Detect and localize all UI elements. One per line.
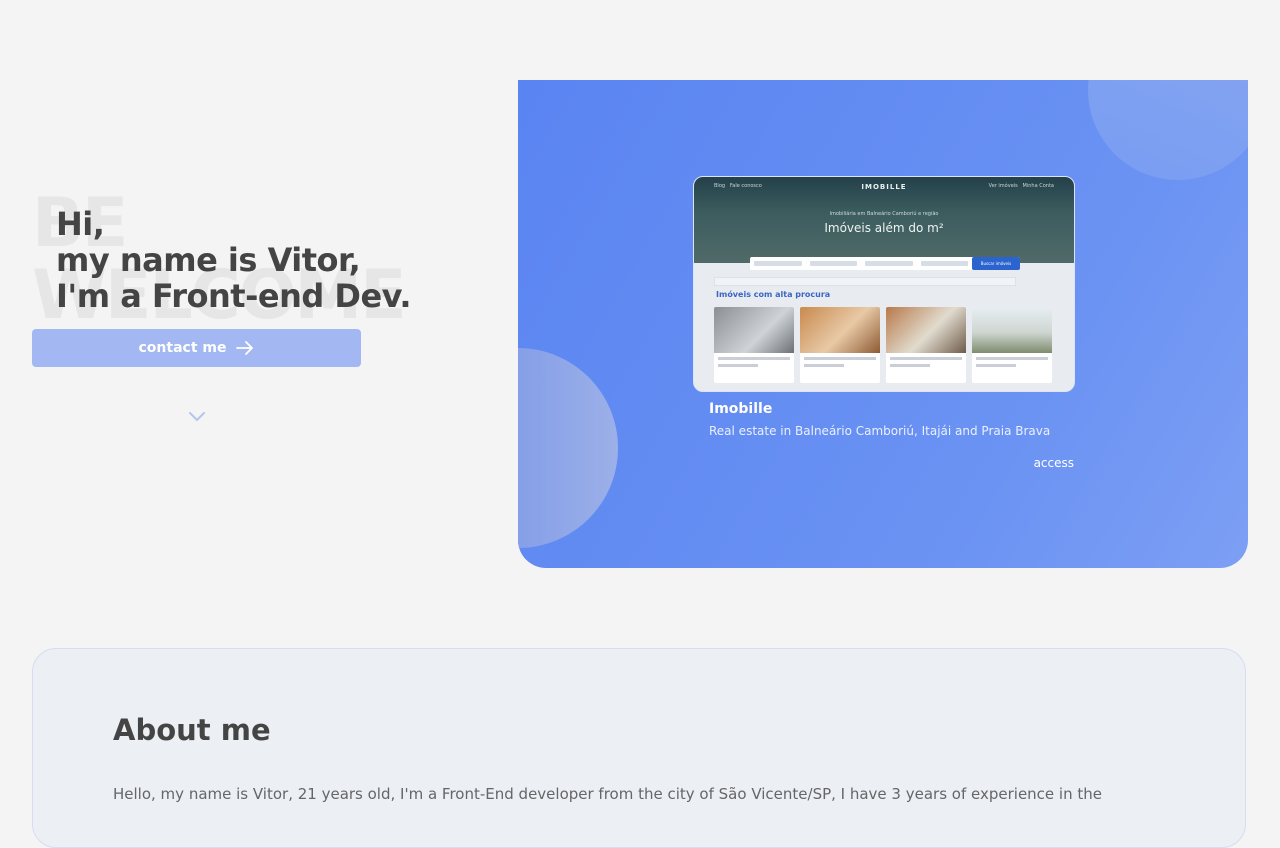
hero-greeting: Hi, my name is Vitor, I'm a Front-end De… — [56, 205, 412, 315]
preview-search-button: Buscar imóveis — [972, 257, 1020, 270]
preview-hero-text: Imóveis além do m² — [824, 221, 944, 235]
preview-card — [800, 307, 880, 383]
preview-card — [714, 307, 794, 383]
project-description: Real estate in Balneário Camboriú, Itajá… — [709, 424, 1051, 438]
preview-subtitle: Imobiliária em Balneário Camboriú e regi… — [829, 211, 939, 217]
greeting-line-3: I'm a Front-end Dev. — [56, 277, 412, 315]
preview-filter-bar — [714, 277, 1016, 286]
preview-search-bar: Buscar imóveis — [750, 257, 1020, 270]
contact-me-label: contact me — [138, 340, 227, 356]
preview-card — [972, 307, 1052, 383]
about-section: About me Hello, my name is Vitor, 21 yea… — [32, 648, 1246, 848]
decorative-circle-left — [518, 348, 618, 548]
project-access-link[interactable]: access — [1034, 456, 1074, 470]
arrow-right-icon — [236, 341, 254, 355]
project-title: Imobille — [709, 401, 773, 417]
about-text: Hello, my name is Vitor, 21 years old, I… — [113, 785, 1102, 803]
project-preview-image[interactable]: Blog Fale conosco Ver imóveis Minha Cont… — [693, 176, 1075, 392]
greeting-line-1: Hi, — [56, 205, 105, 243]
chevron-down-icon[interactable] — [188, 410, 206, 424]
preview-card — [886, 307, 966, 383]
preview-cards — [714, 307, 1052, 383]
about-title: About me — [113, 713, 271, 747]
preview-hero-area: Blog Fale conosco Ver imóveis Minha Cont… — [694, 177, 1074, 263]
decorative-circle-top — [1088, 80, 1248, 180]
preview-section-title: Imóveis com alta procura — [716, 290, 831, 299]
project-showcase: Blog Fale conosco Ver imóveis Minha Cont… — [518, 80, 1248, 568]
contact-me-button[interactable]: contact me — [32, 329, 361, 367]
greeting-line-2: my name is Vitor, — [56, 241, 361, 279]
preview-logo: IMOBILLE — [861, 183, 907, 191]
